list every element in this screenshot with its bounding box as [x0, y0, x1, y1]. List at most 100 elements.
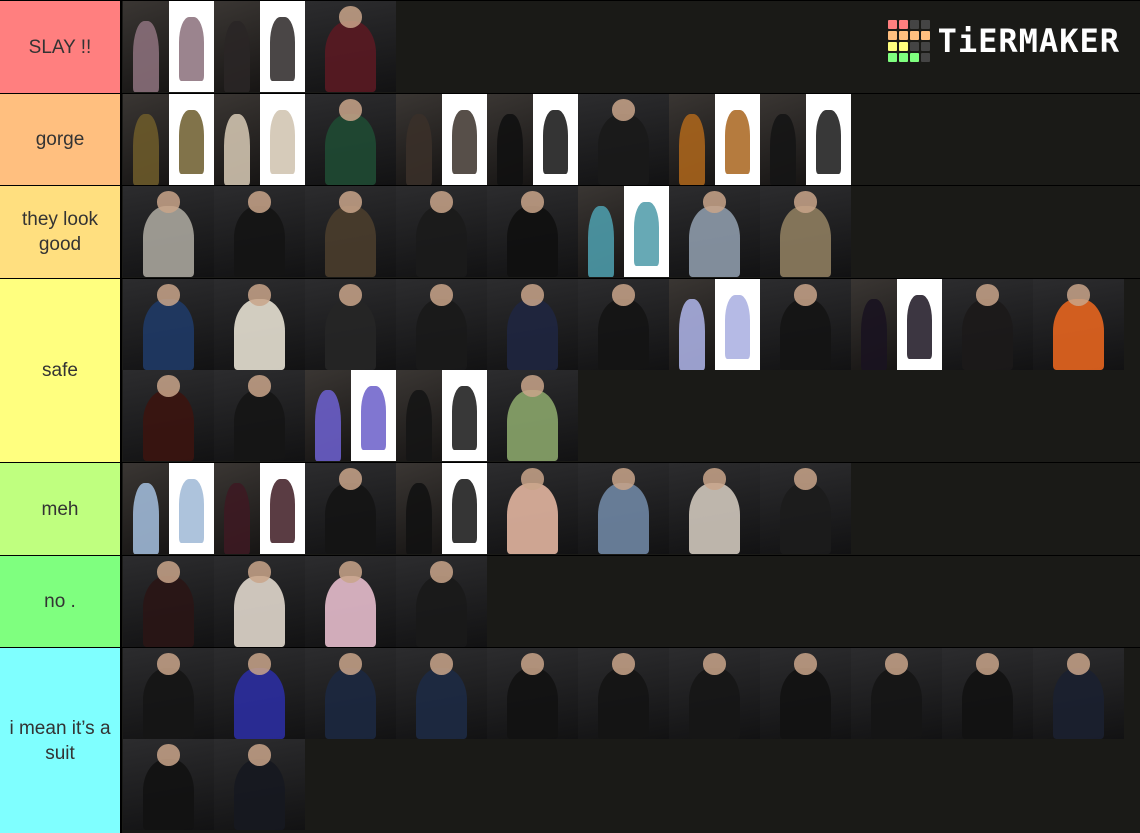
tier-item-image[interactable] [123, 463, 214, 554]
tier-item-image[interactable] [214, 279, 305, 370]
tier-item-image[interactable] [578, 463, 669, 554]
outfit-photo [214, 94, 260, 185]
person-figure [861, 299, 887, 370]
tier-item-image[interactable] [396, 556, 487, 647]
tier-item-image[interactable] [760, 279, 851, 370]
tier-item-image[interactable] [396, 648, 487, 739]
outfit-photo [123, 463, 169, 554]
tier-item-image[interactable] [487, 648, 578, 739]
tier-label[interactable]: i mean it’s a suit [0, 648, 122, 833]
tier-item-image[interactable] [214, 1, 305, 92]
tier-item-image[interactable] [487, 463, 578, 554]
tier-label[interactable]: they look good [0, 186, 122, 278]
tier-item-image[interactable] [123, 739, 214, 830]
person-figure [143, 390, 194, 461]
outfit-photo [669, 94, 715, 185]
tiermaker-logo[interactable]: TiERMAKER [887, 20, 1120, 62]
tier-item-image[interactable] [760, 94, 851, 185]
tier-item-image[interactable] [760, 648, 851, 739]
product-image [441, 94, 487, 185]
logo-cell [887, 20, 897, 29]
outfit-photo [396, 370, 442, 461]
tier-item-image[interactable] [942, 279, 1033, 370]
tier-item-image[interactable] [487, 279, 578, 370]
tier-item-image[interactable] [487, 186, 578, 277]
tier-items [122, 556, 1140, 647]
tier-item-image[interactable] [305, 1, 396, 92]
tier-item-image[interactable] [214, 94, 305, 185]
tier-item-image[interactable] [669, 94, 760, 185]
tier-label[interactable]: no . [0, 556, 122, 647]
tier-item-image[interactable] [305, 648, 396, 739]
tier-item-image[interactable] [305, 186, 396, 277]
outfit-photo [123, 1, 169, 92]
person-figure [416, 206, 467, 277]
person-figure [325, 576, 376, 647]
tier-item-image[interactable] [396, 279, 487, 370]
outfit-photo [578, 186, 624, 277]
tier-item-image[interactable] [214, 186, 305, 277]
person-figure [224, 114, 250, 185]
tier-item-image[interactable] [669, 648, 760, 739]
person-figure [507, 390, 558, 461]
tier-item-image[interactable] [305, 279, 396, 370]
product-image [623, 186, 669, 277]
tier-item-image[interactable] [123, 94, 214, 185]
tier-item-image[interactable] [123, 279, 214, 370]
tier-item-image[interactable] [1033, 648, 1124, 739]
person-figure [416, 576, 467, 647]
tier-item-image[interactable] [214, 739, 305, 830]
outfit-photo [487, 94, 533, 185]
tier-items [122, 279, 1140, 462]
tier-item-image[interactable] [123, 370, 214, 461]
tier-item-image[interactable] [851, 279, 942, 370]
tier-item-image[interactable] [578, 94, 669, 185]
tier-item-image[interactable] [214, 463, 305, 554]
tier-item-image[interactable] [305, 463, 396, 554]
tier-label[interactable]: gorge [0, 94, 122, 185]
tier-item-image[interactable] [214, 556, 305, 647]
person-figure [234, 206, 285, 277]
tier-item-image[interactable] [578, 279, 669, 370]
tier-item-image[interactable] [123, 1, 214, 92]
tier-item-image[interactable] [760, 463, 851, 554]
tier-item-image[interactable] [760, 186, 851, 277]
tier-item-image[interactable] [578, 186, 669, 277]
tier-items [122, 463, 1140, 555]
person-figure [780, 299, 831, 370]
tier-item-image[interactable] [669, 186, 760, 277]
tier-item-image[interactable] [487, 370, 578, 461]
tier-item-image[interactable] [396, 94, 487, 185]
tier-item-image[interactable] [942, 648, 1033, 739]
tier-item-image[interactable] [305, 94, 396, 185]
tier-label[interactable]: SLAY !! [0, 1, 122, 93]
tier-item-image[interactable] [396, 370, 487, 461]
person-figure [507, 299, 558, 370]
tier-item-image[interactable] [1033, 279, 1124, 370]
tier-item-image[interactable] [214, 370, 305, 461]
tier-item-image[interactable] [396, 186, 487, 277]
tier-label[interactable]: meh [0, 463, 122, 555]
tier-item-image[interactable] [669, 463, 760, 554]
person-figure [406, 114, 432, 185]
logo-cell [898, 53, 908, 62]
person-figure [143, 206, 194, 277]
person-figure [679, 299, 705, 370]
tier-item-image[interactable] [123, 186, 214, 277]
tier-item-image[interactable] [669, 279, 760, 370]
tier-item-image[interactable] [123, 648, 214, 739]
tier-item-image[interactable] [214, 648, 305, 739]
tier-item-image[interactable] [123, 556, 214, 647]
person-figure [962, 299, 1013, 370]
tier-items [122, 186, 1140, 278]
logo-cell [909, 42, 919, 51]
tier-item-image[interactable] [851, 648, 942, 739]
tier-item-image[interactable] [578, 648, 669, 739]
tier-item-image[interactable] [305, 556, 396, 647]
person-figure [133, 114, 159, 185]
tier-item-image[interactable] [487, 94, 578, 185]
tier-item-image[interactable] [305, 370, 396, 461]
person-figure [497, 114, 523, 185]
tier-item-image[interactable] [396, 463, 487, 554]
tier-label[interactable]: safe [0, 279, 122, 462]
